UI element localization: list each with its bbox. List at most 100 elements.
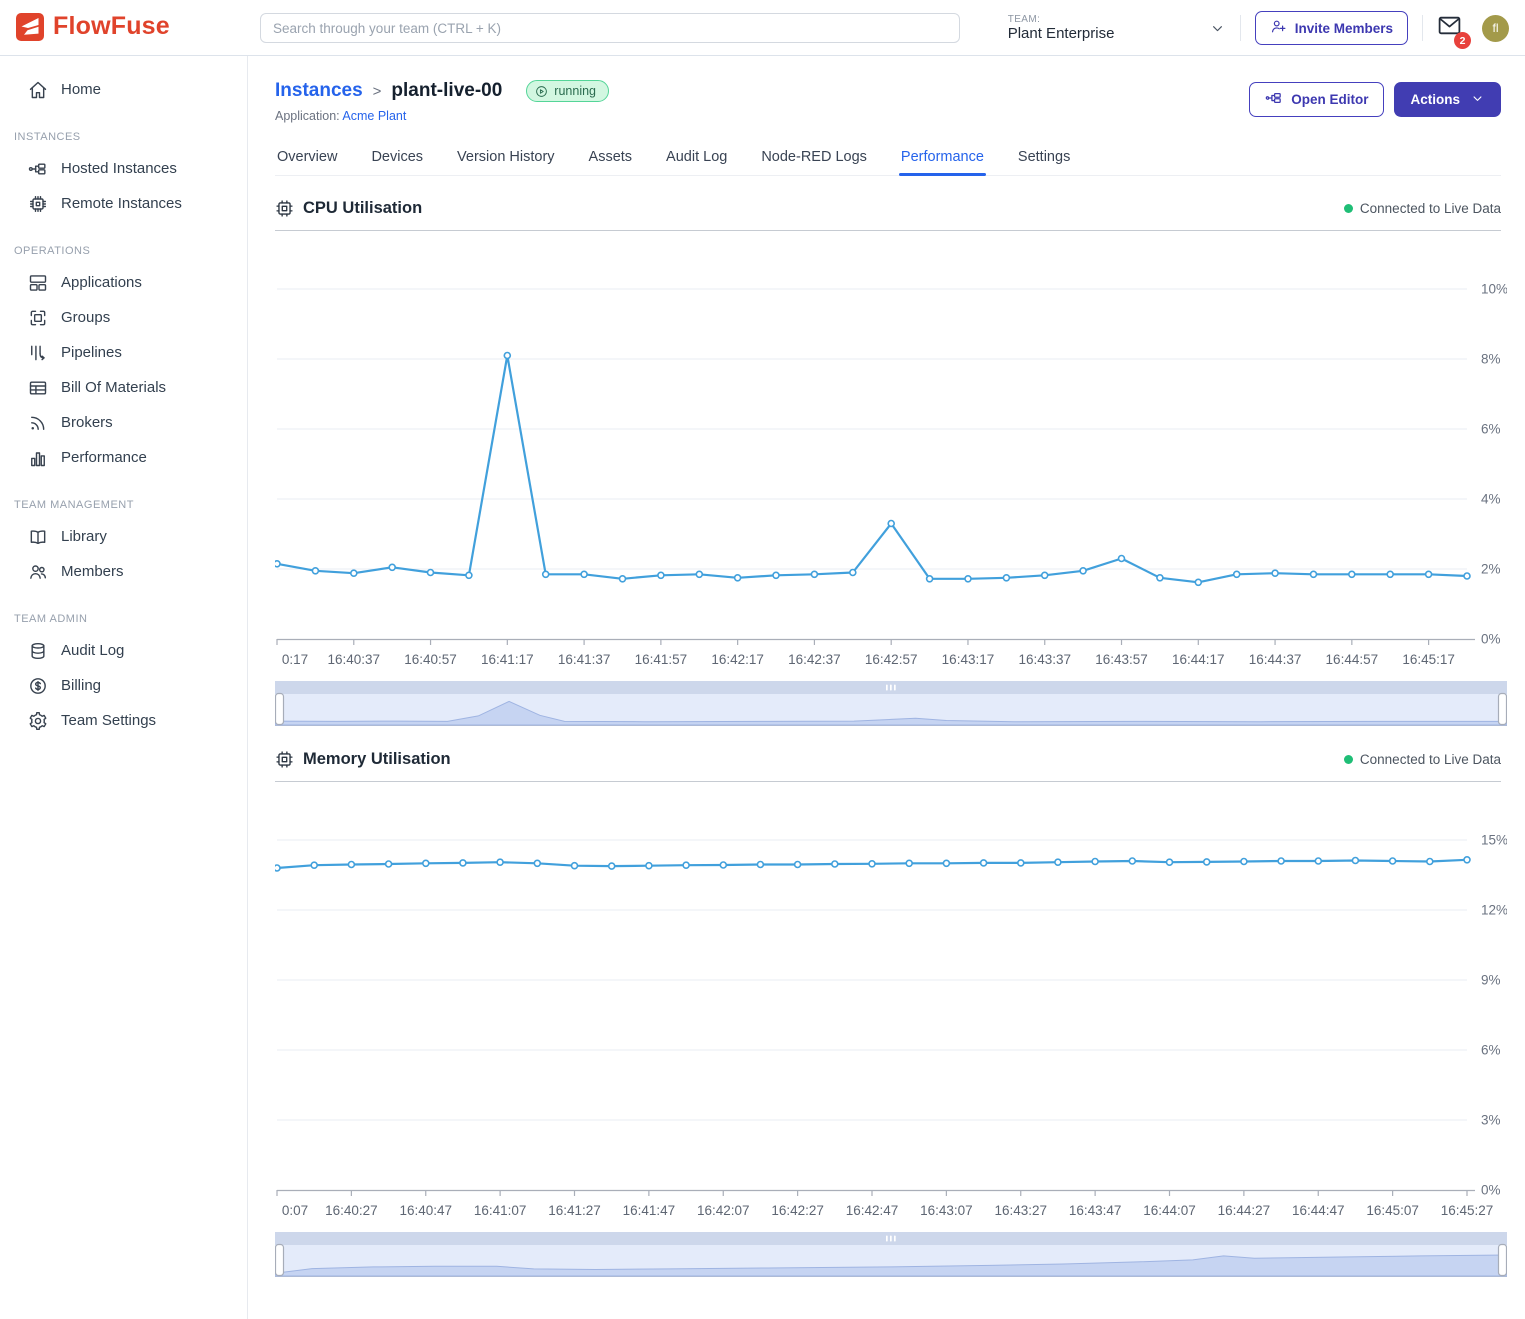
- sidebar-section-team-admin: TEAM ADMIN: [0, 613, 247, 625]
- application-label: Application:: [275, 109, 340, 123]
- sidebar-item-library[interactable]: Library: [0, 519, 247, 554]
- y-axis-label: 8%: [1481, 352, 1501, 367]
- y-axis-label: 15%: [1481, 833, 1507, 848]
- play-circle-icon: [535, 85, 548, 98]
- gear-icon: [28, 711, 48, 731]
- data-point: [1241, 859, 1247, 865]
- sidebar-item-label: Audit Log: [61, 642, 124, 659]
- x-axis-label: 16:44:17: [1172, 652, 1225, 667]
- zoom-handle-left[interactable]: [276, 1245, 284, 1276]
- data-point: [1080, 568, 1086, 574]
- data-point: [386, 861, 392, 867]
- application-link[interactable]: Acme Plant: [342, 109, 406, 123]
- data-point: [312, 568, 318, 574]
- sidebar-item-team-settings[interactable]: Team Settings: [0, 703, 247, 738]
- x-axis-label: 16:44:37: [1249, 652, 1302, 667]
- x-axis-label: 16:42:57: [865, 652, 918, 667]
- header-divider: [1240, 15, 1241, 41]
- zoom-handle-right[interactable]: [1499, 694, 1507, 725]
- sidebar-item-members[interactable]: Members: [0, 554, 247, 589]
- cpu-zoom-brush[interactable]: [275, 681, 1507, 727]
- pipelines-icon: [28, 343, 48, 363]
- tab-settings[interactable]: Settings: [1016, 143, 1072, 175]
- status-badge: running: [526, 80, 609, 102]
- sidebar-item-performance[interactable]: Performance: [0, 440, 247, 475]
- sidebar-item-brokers[interactable]: Brokers: [0, 405, 247, 440]
- sidebar-item-label: Team Settings: [61, 712, 156, 729]
- x-axis-label: 16:45:07: [1366, 1203, 1419, 1218]
- flowfuse-logo-icon: [16, 13, 44, 41]
- sidebar-item-label: Remote Instances: [61, 195, 182, 212]
- data-point: [683, 862, 689, 868]
- sidebar-item-billing[interactable]: Billing: [0, 668, 247, 703]
- brand-name: FlowFuse: [53, 12, 170, 41]
- invite-members-button[interactable]: Invite Members: [1255, 11, 1408, 45]
- data-point: [1119, 556, 1125, 562]
- live-status-label: Connected to Live Data: [1360, 201, 1501, 216]
- cpu-chart-title: CPU Utilisation: [303, 199, 422, 218]
- memory-zoom-brush[interactable]: [275, 1232, 1507, 1278]
- sidebar-item-hosted-instances[interactable]: Hosted Instances: [0, 151, 247, 186]
- zoom-handle-right[interactable]: [1499, 1245, 1507, 1276]
- notification-count-badge: 2: [1454, 32, 1471, 49]
- data-point: [543, 571, 549, 577]
- x-axis-label: 16:41:07: [474, 1203, 527, 1218]
- data-point: [696, 571, 702, 577]
- sidebar-item-remote-instances[interactable]: Remote Instances: [0, 186, 247, 221]
- invite-members-label: Invite Members: [1295, 21, 1393, 36]
- chevron-down-icon: [1209, 20, 1226, 37]
- x-axis-label: 16:43:07: [920, 1203, 973, 1218]
- data-point: [1195, 579, 1201, 585]
- series-line: [277, 356, 1467, 583]
- data-point: [795, 862, 801, 868]
- team-selector[interactable]: TEAM: Plant Enterprise: [1008, 14, 1226, 42]
- memory-section-header: Memory Utilisation Connected to Live Dat…: [275, 741, 1501, 782]
- sidebar-item-label: Applications: [61, 274, 142, 291]
- notifications-button[interactable]: 2: [1437, 13, 1462, 43]
- live-dot-icon: [1344, 204, 1353, 213]
- sidebar-item-bill-of-materials[interactable]: Bill Of Materials: [0, 370, 247, 405]
- header-divider: [1422, 15, 1423, 41]
- data-point: [466, 572, 472, 578]
- home-icon: [28, 80, 48, 100]
- sidebar-item-home[interactable]: Home: [0, 72, 247, 107]
- tab-assets[interactable]: Assets: [587, 143, 635, 175]
- sidebar-item-groups[interactable]: Groups: [0, 300, 247, 335]
- sidebar-item-applications[interactable]: Applications: [0, 265, 247, 300]
- tab-node-red-logs[interactable]: Node-RED Logs: [759, 143, 869, 175]
- sidebar-section-operations: OPERATIONS: [0, 245, 247, 257]
- x-axis-label: 16:43:27: [994, 1203, 1047, 1218]
- tab-audit-log[interactable]: Audit Log: [664, 143, 729, 175]
- data-point: [1464, 573, 1470, 579]
- data-point: [735, 575, 741, 581]
- zoom-handle-left[interactable]: [276, 694, 284, 725]
- data-point: [1311, 571, 1317, 577]
- x-axis-label: 16:42:27: [771, 1203, 824, 1218]
- data-point: [275, 865, 280, 871]
- editor-icon: [1265, 89, 1283, 110]
- data-point: [646, 863, 652, 869]
- sidebar-item-pipelines[interactable]: Pipelines: [0, 335, 247, 370]
- tab-devices[interactable]: Devices: [369, 143, 425, 175]
- y-axis-label: 0%: [1481, 1183, 1501, 1198]
- breadcrumb-instances-link[interactable]: Instances: [275, 80, 363, 102]
- x-axis-label: 16:44:47: [1292, 1203, 1345, 1218]
- memory-chart-title: Memory Utilisation: [303, 750, 451, 769]
- x-axis-label: 16:42:07: [697, 1203, 750, 1218]
- sidebar-item-label: Members: [61, 563, 124, 580]
- zoom-grip-icon: [886, 685, 888, 691]
- actions-button[interactable]: Actions: [1394, 82, 1501, 117]
- zoom-grip-icon: [894, 685, 896, 691]
- flowfuse-logo[interactable]: FlowFuse: [16, 12, 170, 41]
- open-editor-button[interactable]: Open Editor: [1249, 82, 1384, 117]
- tab-version-history[interactable]: Version History: [455, 143, 557, 175]
- avatar[interactable]: fl: [1482, 15, 1509, 42]
- sidebar-item-label: Pipelines: [61, 344, 122, 361]
- tab-overview[interactable]: Overview: [275, 143, 339, 175]
- cpu-live-status: Connected to Live Data: [1344, 201, 1501, 216]
- users-icon: [28, 562, 48, 582]
- tab-performance[interactable]: Performance: [899, 143, 986, 175]
- sidebar-item-audit-log[interactable]: Audit Log: [0, 633, 247, 668]
- search-input[interactable]: [260, 13, 960, 43]
- data-point: [609, 863, 615, 869]
